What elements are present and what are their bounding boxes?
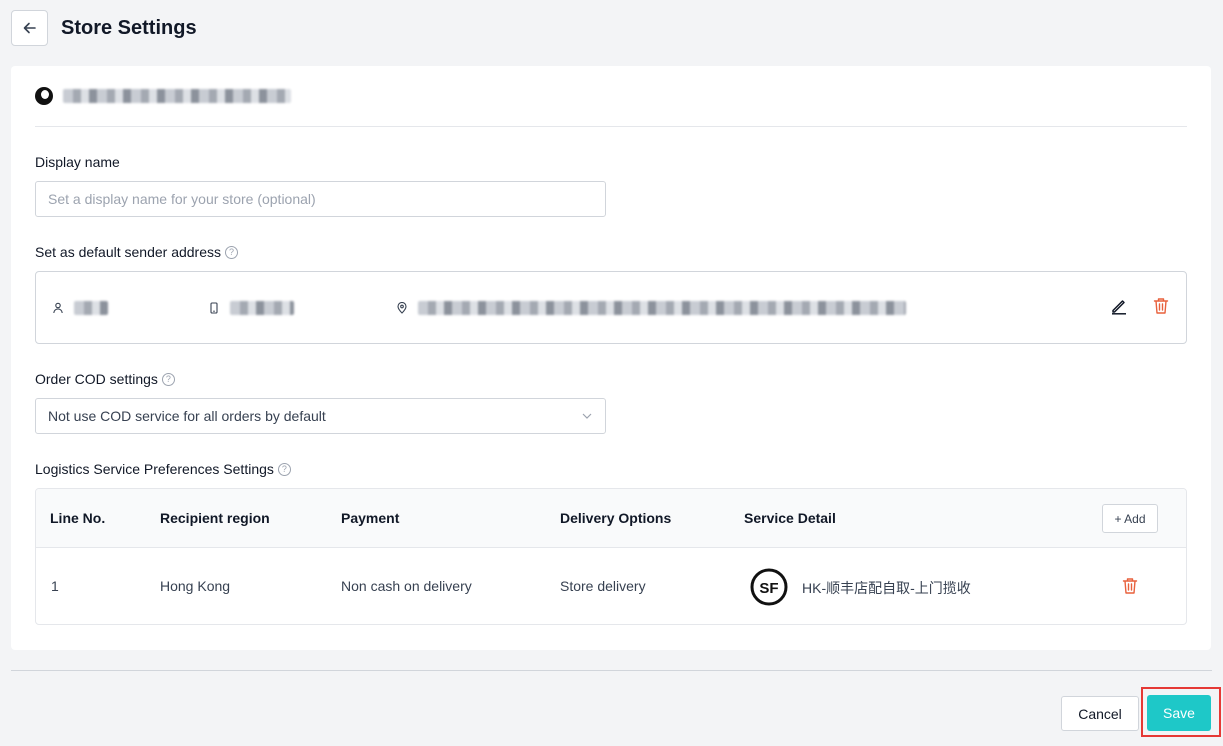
question-circle-icon[interactable]: ? — [225, 245, 239, 259]
cod-settings-select[interactable]: Not use COD service for all orders by de… — [35, 398, 606, 434]
back-button[interactable] — [11, 10, 48, 46]
store-name-redacted — [63, 89, 291, 103]
col-line-no: Line No. — [50, 510, 106, 526]
logistics-table: Line No. Recipient region Payment Delive… — [35, 488, 1187, 625]
person-icon — [53, 302, 63, 314]
phone-icon — [210, 302, 218, 314]
chevron-down-icon — [582, 413, 592, 419]
display-name-label: Display name — [35, 154, 120, 170]
page-header: Store Settings — [11, 10, 197, 46]
cell-delivery: Store delivery — [560, 578, 646, 594]
question-circle-icon[interactable]: ? — [161, 372, 175, 386]
trash-icon — [1153, 298, 1169, 314]
sender-phone-redacted — [230, 301, 294, 315]
arrow-left-icon — [23, 22, 36, 34]
add-line-button[interactable]: + Add — [1102, 504, 1158, 533]
save-button[interactable]: Save — [1147, 695, 1211, 731]
sender-location — [396, 301, 906, 315]
col-service-detail: Service Detail — [744, 510, 836, 526]
store-identity — [35, 86, 291, 106]
cancel-button[interactable]: Cancel — [1061, 696, 1139, 731]
sender-address-redacted — [418, 301, 906, 315]
cell-region: Hong Kong — [160, 578, 231, 594]
col-payment: Payment — [341, 510, 400, 526]
logistics-preferences-label-text: Logistics Service Preferences Settings — [35, 461, 274, 477]
question-circle-icon[interactable]: ? — [277, 462, 291, 476]
logistics-preferences-label: Logistics Service Preferences Settings ? — [35, 461, 291, 477]
col-recipient-region: Recipient region — [160, 510, 270, 526]
store-logo — [35, 87, 53, 105]
pencil-icon — [1112, 300, 1126, 315]
table-header: Line No. Recipient region Payment Delive… — [36, 489, 1186, 548]
sender-address-label: Set as default sender address ? — [35, 244, 239, 260]
table-row: 1 Hong Kong Non cash on delivery Store d… — [36, 548, 1186, 624]
display-name-label-text: Display name — [35, 154, 120, 170]
sender-name-redacted — [74, 301, 108, 315]
trash-icon — [1122, 578, 1138, 594]
sf-express-logo: SF — [750, 568, 788, 606]
location-pin-icon — [397, 302, 407, 314]
sender-phone — [208, 301, 294, 315]
sf-logo-text: SF — [759, 580, 778, 597]
divider — [35, 126, 1187, 127]
delete-address-button[interactable] — [1151, 296, 1171, 316]
sender-address-card[interactable] — [35, 271, 1187, 344]
col-delivery-options: Delivery Options — [560, 510, 672, 526]
delete-line-button[interactable] — [1120, 576, 1140, 596]
store-settings-card: Display name Set as default sender addre… — [11, 66, 1211, 650]
cod-settings-label: Order COD settings ? — [35, 371, 175, 387]
cell-service-detail: HK-顺丰店配自取-上门揽收 — [802, 580, 971, 596]
sender-address-label-text: Set as default sender address — [35, 244, 222, 260]
cell-payment: Non cash on delivery — [341, 578, 472, 594]
sender-name — [52, 301, 108, 315]
cod-settings-value: Not use COD service for all orders by de… — [48, 408, 326, 424]
edit-address-button[interactable] — [1109, 296, 1129, 316]
cod-settings-label-text: Order COD settings — [35, 371, 158, 387]
page-title: Store Settings — [61, 16, 197, 39]
display-name-input[interactable] — [35, 181, 606, 217]
footer-divider — [11, 670, 1212, 671]
cell-line-no: 1 — [51, 578, 59, 594]
